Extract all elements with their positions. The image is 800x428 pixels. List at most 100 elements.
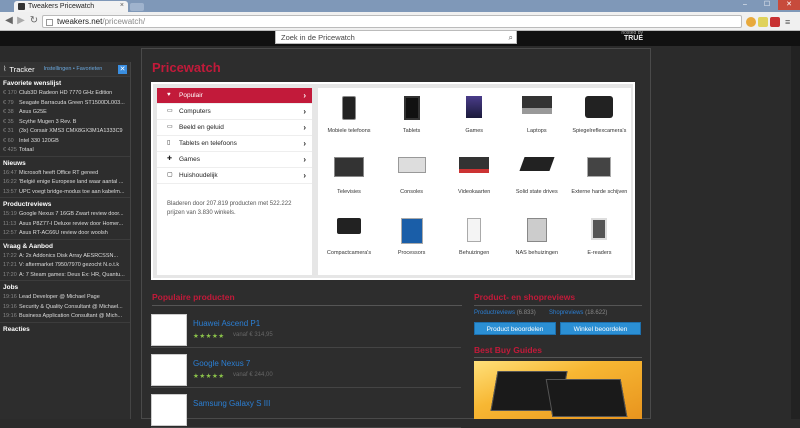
product-name[interactable]: Google Nexus 7 [193, 359, 250, 368]
category-tile[interactable]: Laptops [506, 88, 568, 148]
tracker-row-text: V: aftermarket 7950/7970 gezocht N.o.t.k [19, 262, 120, 268]
product-thumbnail [151, 314, 187, 346]
category-icon: ▭ [167, 108, 173, 114]
category-tile[interactable]: Tablets [381, 88, 443, 148]
url-path: /pricewatch/ [102, 17, 146, 26]
tracker-row[interactable]: 19:16 Lead Developer @ Michael Page [0, 293, 130, 303]
tracker-row-key: 15:19 [3, 211, 17, 217]
category-tile-image [585, 96, 614, 118]
tracker-row[interactable]: € 425 Totaal [0, 146, 130, 156]
category-tile-label: Televisies [337, 189, 361, 195]
productreviews-link[interactable]: Productreviews [474, 310, 515, 316]
extension-icon[interactable] [746, 17, 756, 27]
tracker-row[interactable]: 11:13 Asus P8Z77-I Deluxe review door Hom… [0, 220, 130, 230]
category-tile[interactable]: E-readers [568, 210, 630, 270]
divider [474, 357, 642, 358]
tracker-row[interactable]: 15:19 Google Nexus 7 16GB Zwart review do… [0, 210, 130, 220]
tracker-row-key: € 170 [3, 90, 17, 96]
category-tile[interactable]: Spiegelreflexcamera's [568, 88, 630, 148]
tracker-row[interactable]: 13:57 UPC voegt bridge-modus toe aan kabe… [0, 188, 130, 198]
address-bar[interactable]: tweakers.net/pricewatch/ [42, 15, 742, 28]
category-tile-image [400, 218, 423, 244]
category-tile-image [337, 218, 361, 234]
product-price: vanaf € 314,95 [233, 332, 273, 338]
tracker-row[interactable]: 16:47 Microsoft heeft Office RT gereed [0, 169, 130, 179]
category-tile[interactable]: Solid state drives [506, 149, 568, 209]
category-tile[interactable]: Consoles [381, 149, 443, 209]
tracker-row[interactable]: 17:20 A: 7 Steam games: Deus Ex: HR, Quan… [0, 271, 130, 281]
tracker-row[interactable]: 16:22 'België enige Europese land waar aa… [0, 178, 130, 188]
popular-product[interactable]: Samsung Galaxy S III [151, 390, 461, 428]
tracker-row[interactable]: € 79 Seagate Barracuda Green ST1500DL003.… [0, 99, 130, 109]
minimize-button[interactable]: – [734, 0, 756, 10]
tweakers-favicon-icon [18, 3, 25, 10]
tracker-row[interactable]: 19:16 Security & Quality Consultant @ Mic… [0, 303, 130, 313]
category-tile[interactable]: Televisies [318, 149, 380, 209]
tracker-row-key: 19:16 [3, 313, 17, 319]
product-name[interactable]: Huawei Ascend P1 [193, 319, 260, 328]
tracker-row[interactable]: € 60 Intel 330 120GB [0, 137, 130, 147]
reload-icon[interactable]: ↻ [28, 15, 40, 27]
forward-icon[interactable]: ▶ [15, 15, 27, 27]
category-item[interactable]: ▯ Tablets en telefoons › [157, 136, 312, 152]
tracker-section-title: Reacties [0, 321, 130, 335]
category-item[interactable]: ▭ Computers › [157, 104, 312, 120]
category-tile[interactable]: Games [443, 88, 505, 148]
category-tile[interactable]: Behuizingen [443, 210, 505, 270]
tracker-row-text: UPC voegt bridge-modus toe aan kabelm... [19, 188, 125, 195]
search-icon[interactable]: ⌕ [509, 33, 513, 43]
tracker-row[interactable]: 17:21 V: aftermarket 7950/7970 gezocht N.… [0, 261, 130, 271]
category-item[interactable]: ▢ Huishoudelijk › [157, 168, 312, 184]
category-item[interactable]: ♥ Populair › [157, 88, 312, 104]
category-icon: ▯ [167, 140, 171, 146]
tracker-row[interactable]: € 35 Scythe Mugen 3 Rev. B [0, 118, 130, 128]
tracker-row-key: 19:16 [3, 294, 17, 300]
product-name[interactable]: Samsung Galaxy S III [193, 399, 270, 408]
category-tile[interactable]: Compactcamera's [318, 210, 380, 270]
tracker-row[interactable]: 17:22 A: 2x Addonics Disk Array AESRCSSN.… [0, 252, 130, 262]
tracker-links[interactable]: Instellingen • Favorieten [44, 66, 103, 72]
category-item[interactable]: ✚ Games › [157, 152, 312, 168]
back-icon[interactable]: ◀ [3, 15, 15, 27]
tracker-row-text: A: 2x Addonics Disk Array AESRCSSN... [19, 252, 119, 259]
popular-product[interactable]: Huawei Ascend P1 ★★★★★ vanaf € 314,95 [151, 310, 461, 348]
extension-badge-icon[interactable] [770, 17, 780, 27]
tracker-row[interactable]: € 170 Club3D Radeon HD 7770 GHz Edition [0, 89, 130, 99]
tracker-row-text: (3x) Corsair XMS3 CMX8GX3M1A1333C9 [19, 128, 123, 134]
category-icon: ▢ [167, 172, 173, 178]
close-window-button[interactable]: ✕ [778, 0, 800, 10]
category-tile[interactable]: Mobiele telefoons [318, 88, 380, 148]
tracker-close-button[interactable]: ✕ [118, 64, 127, 74]
category-tile[interactable]: Externe harde schijven [568, 149, 630, 209]
category-item[interactable]: ▭ Beeld en geluid › [157, 120, 312, 136]
tracker-row[interactable]: 19:16 Business Application Consultant @ M… [0, 312, 130, 322]
category-label: Beeld en geluid [179, 124, 224, 131]
tracker-section-title: Jobs [0, 280, 130, 293]
product-review-button[interactable]: Product beoordelen [474, 322, 556, 335]
tracker-row-text: Totaal [19, 147, 34, 153]
star-icon[interactable] [758, 17, 768, 27]
browser-titlebar: Tweakers Pricewatch × – ☐ ✕ [0, 0, 800, 12]
new-tab-button[interactable] [130, 3, 144, 11]
category-tile[interactable]: Videokaarten [443, 149, 505, 209]
category-tile[interactable]: NAS behuizingen [506, 210, 568, 270]
category-tile[interactable]: Processors [381, 210, 443, 270]
tracker-row-key: 12:57 [3, 230, 17, 236]
best-buy-guide-banner[interactable] [474, 361, 642, 419]
tracker-row[interactable]: 12:57 Asus RT-AC66U review door woolsh [0, 229, 130, 239]
tab-close-icon[interactable]: × [120, 2, 124, 9]
shop-review-button[interactable]: Winkel beoordelen [560, 322, 641, 335]
menu-icon[interactable]: ≡ [785, 17, 795, 27]
page-scrollbar[interactable] [791, 46, 800, 419]
rating-stars-icon: ★★★★★ [193, 333, 225, 340]
category-tile-label: Externe harde schijven [571, 189, 628, 195]
category-tile-image [526, 218, 547, 242]
tracker-row-text: Business Application Consultant @ Mich..… [19, 313, 123, 319]
popular-product[interactable]: Google Nexus 7 ★★★★★ vanaf € 244,00 [151, 350, 461, 388]
search-input[interactable]: Zoek in de Pricewatch ⌕ [275, 30, 517, 44]
tracker-row[interactable]: € 31 (3x) Corsair XMS3 CMX8GX3M1A1333C9 [0, 127, 130, 137]
tracker-row[interactable]: € 38 Asus G25E [0, 108, 130, 118]
maximize-button[interactable]: ☐ [756, 0, 778, 10]
shopreviews-link[interactable]: Shopreviews [549, 310, 583, 316]
browser-tab[interactable]: Tweakers Pricewatch × [14, 1, 128, 12]
